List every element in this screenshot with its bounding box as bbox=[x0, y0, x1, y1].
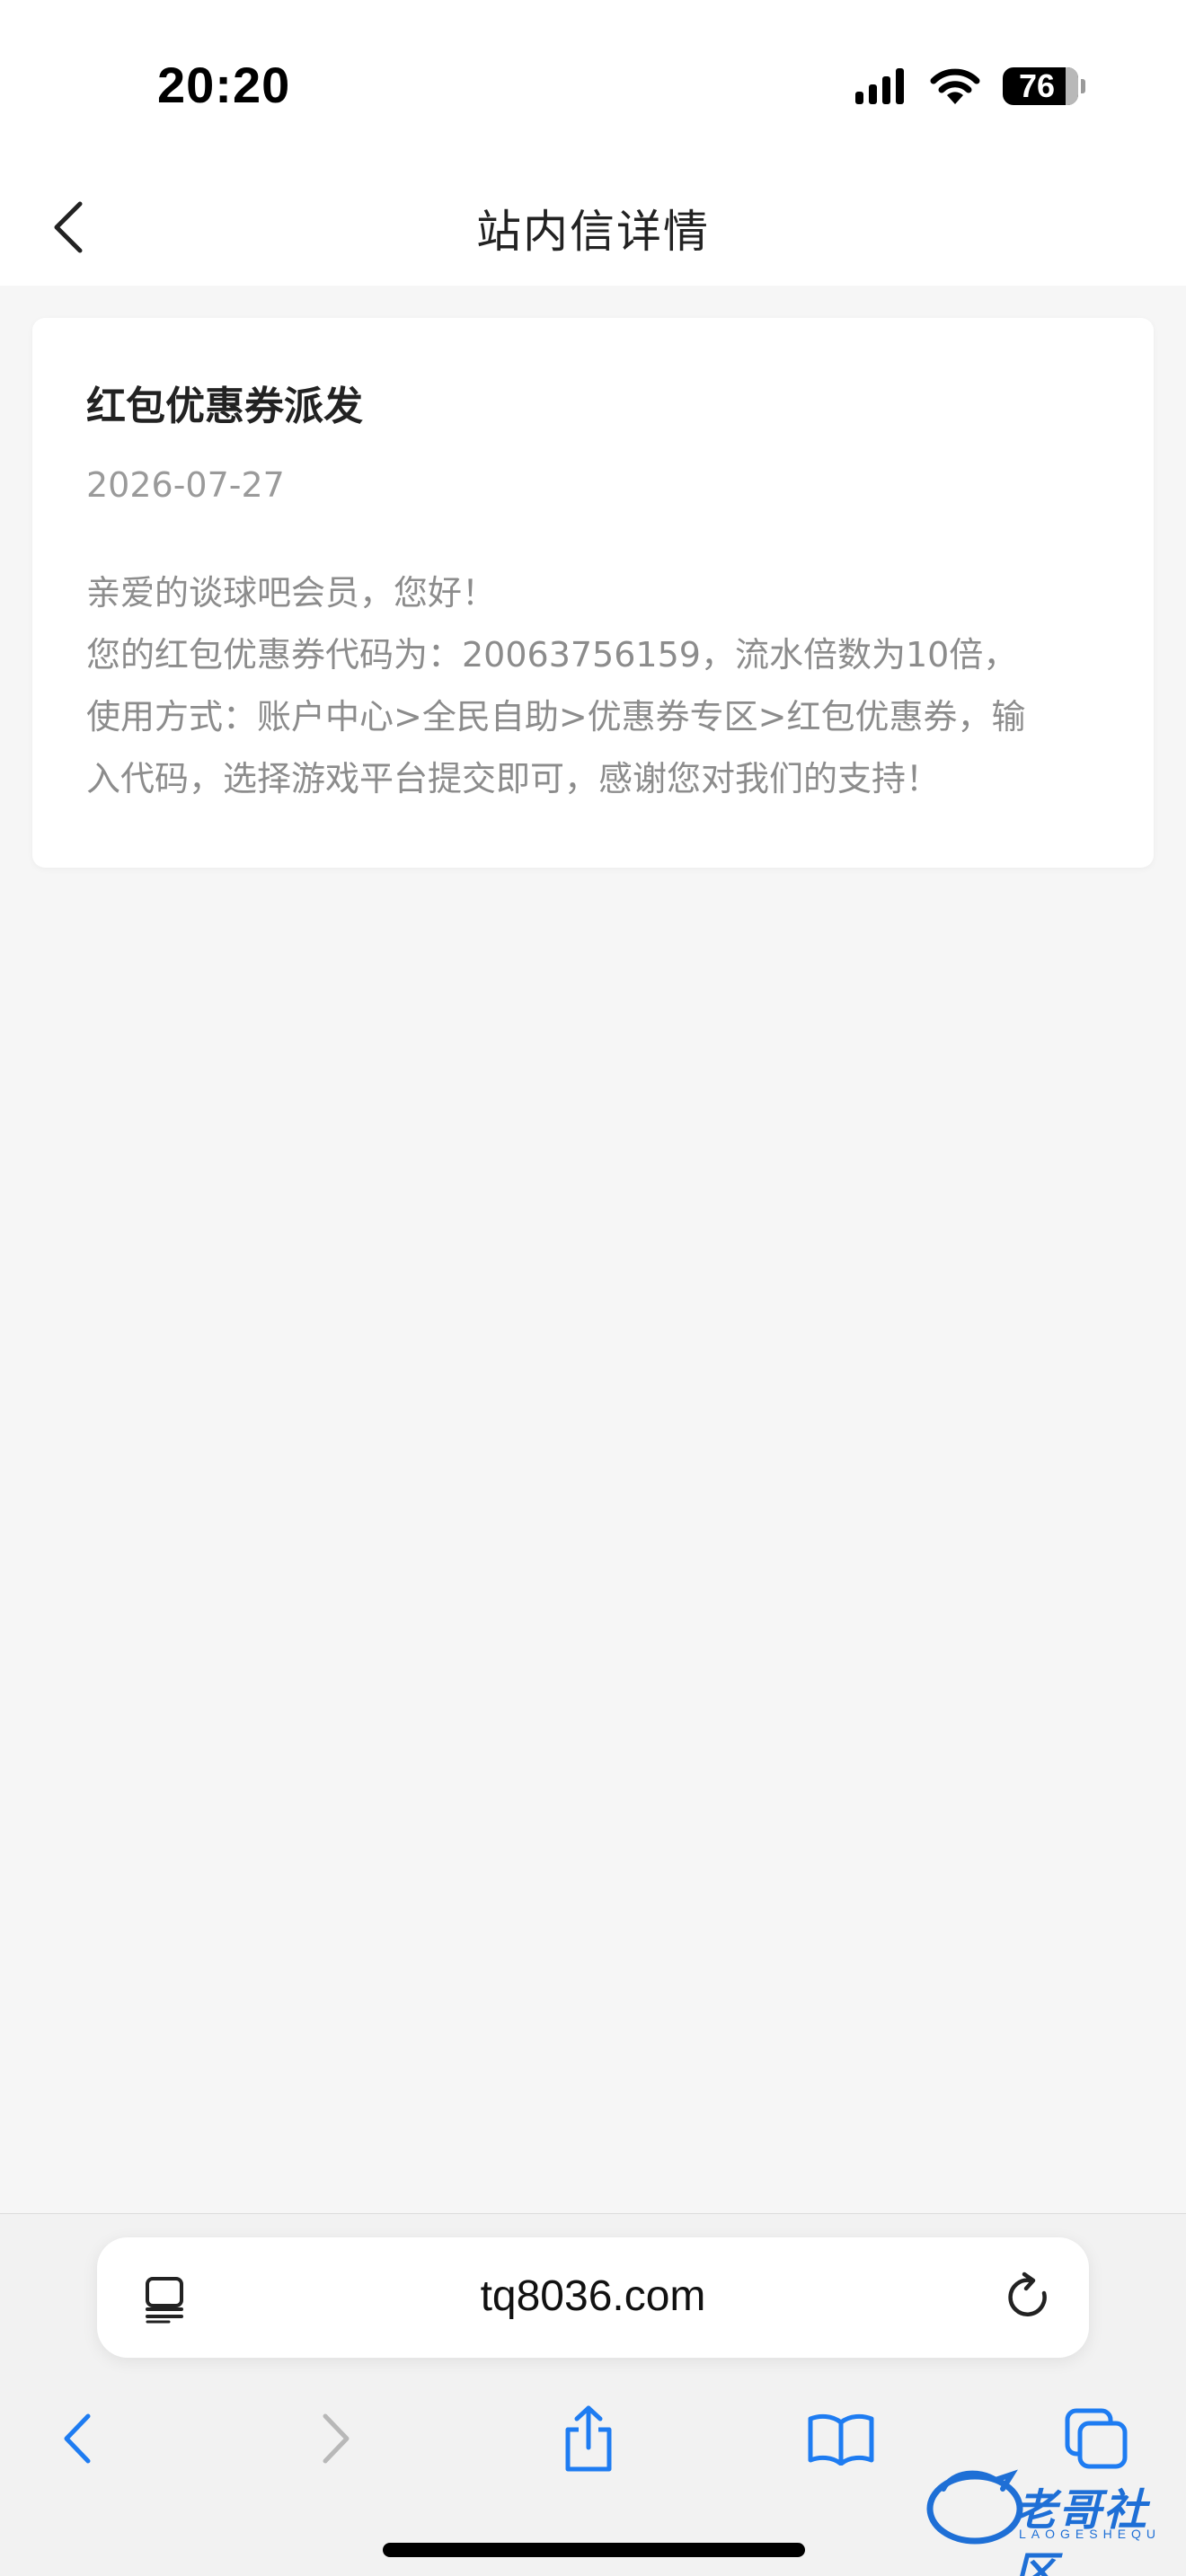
message-body-line: 入代码，选择游戏平台提交即可，感谢您对我们的支持！ bbox=[86, 759, 941, 798]
reload-icon[interactable] bbox=[1003, 2272, 1055, 2324]
message-body-line: 使用方式：账户中心>全民自助>优惠券专区>红包优惠券，输 bbox=[86, 697, 1026, 737]
dragon-logo-icon bbox=[926, 2469, 1023, 2545]
share-button[interactable] bbox=[544, 2385, 633, 2492]
browser-forward-button[interactable] bbox=[291, 2385, 381, 2492]
home-indicator[interactable] bbox=[383, 2543, 805, 2557]
tabs-icon bbox=[1065, 2408, 1128, 2469]
message-body: 亲爱的谈球吧会员，您好！ 您的红包优惠券代码为：20063756159，流水倍数… bbox=[86, 562, 1111, 810]
page-title: 站内信详情 bbox=[476, 206, 710, 258]
nav-bar: 站内信详情 bbox=[0, 171, 1186, 286]
message-card: 红包优惠券派发 2026-07-27 亲爱的谈球吧会员，您好！ 您的红包优惠券代… bbox=[32, 318, 1154, 868]
book-icon bbox=[808, 2413, 874, 2466]
battery-level bbox=[1066, 67, 1078, 105]
bookmarks-button[interactable] bbox=[796, 2385, 886, 2492]
address-bar[interactable]: tq8036.com bbox=[97, 2237, 1089, 2358]
message-date: 2026-07-27 bbox=[86, 465, 285, 505]
chevron-right-icon bbox=[323, 2413, 350, 2464]
wifi-icon bbox=[930, 68, 980, 104]
screen: 20:20 76 站内信详情 红包优惠券派发 2026-07-27 亲爱的谈球吧… bbox=[0, 0, 1186, 2576]
status-time: 20:20 bbox=[157, 57, 291, 113]
message-title: 红包优惠券派发 bbox=[86, 384, 363, 429]
status-indicators: 76 bbox=[855, 65, 1085, 108]
url-text[interactable]: tq8036.com bbox=[97, 2272, 1089, 2321]
status-bar: 20:20 76 bbox=[0, 0, 1186, 171]
battery-icon: 76 bbox=[1003, 67, 1085, 105]
chevron-left-icon bbox=[64, 2413, 91, 2464]
watermark-text: 老哥社区 bbox=[1013, 2485, 1149, 2576]
battery-percentage: 76 bbox=[1018, 67, 1056, 104]
cellular-signal-icon bbox=[855, 68, 904, 104]
message-body-line: 您的红包优惠券代码为：20063756159，流水倍数为10倍， bbox=[86, 635, 1018, 675]
watermark: 老哥社区 LAOGESHEQU bbox=[925, 2462, 1177, 2576]
share-icon bbox=[565, 2405, 612, 2472]
browser-bottom-bar: tq8036.com 老哥社区 LAOGESHEQU bbox=[0, 2213, 1186, 2576]
message-body-line: 亲爱的谈球吧会员，您好！ bbox=[86, 573, 497, 613]
browser-back-button[interactable] bbox=[32, 2385, 122, 2492]
watermark-subtext: LAOGESHEQU bbox=[1019, 2527, 1162, 2541]
